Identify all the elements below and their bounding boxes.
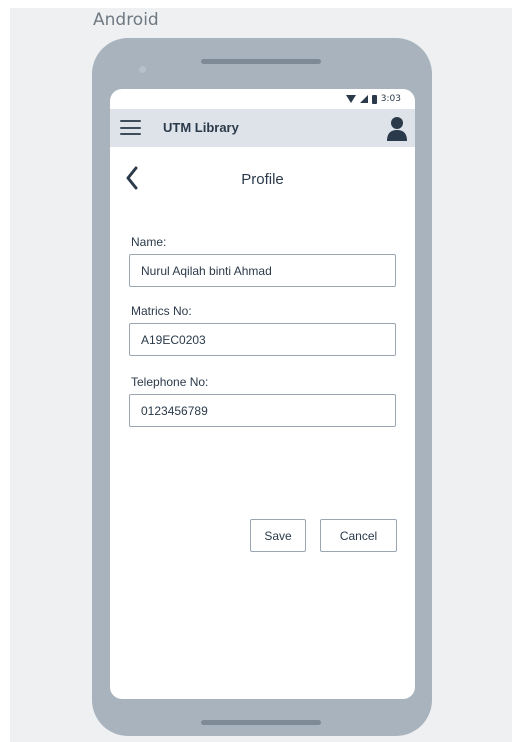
user-icon[interactable]	[386, 116, 408, 141]
device-screen: 3:03 UTM Library Profile Name: Matrics N…	[110, 89, 415, 699]
page-title: Profile	[241, 171, 284, 188]
android-device-frame: 3:03 UTM Library Profile Name: Matrics N…	[92, 38, 432, 736]
signal-icon	[359, 95, 368, 103]
front-camera-icon	[139, 66, 146, 73]
home-indicator	[201, 720, 321, 725]
matrics-field[interactable]	[129, 323, 396, 356]
battery-icon	[371, 94, 377, 104]
telephone-label: Telephone No:	[131, 375, 209, 389]
wifi-icon	[345, 95, 356, 103]
device-speaker	[201, 59, 321, 64]
app-bar: UTM Library	[110, 109, 415, 147]
name-field[interactable]	[129, 254, 396, 287]
status-bar: 3:03	[110, 89, 415, 109]
hamburger-menu-icon[interactable]	[120, 120, 141, 135]
save-button[interactable]: Save	[250, 519, 306, 552]
name-label: Name:	[131, 235, 167, 249]
app-title: UTM Library	[163, 120, 239, 135]
status-time: 3:03	[380, 94, 401, 104]
cancel-button[interactable]: Cancel	[320, 519, 397, 552]
matrics-label: Matrics No:	[131, 304, 192, 318]
frame-label: Android	[93, 10, 159, 30]
telephone-field[interactable]	[129, 394, 396, 427]
